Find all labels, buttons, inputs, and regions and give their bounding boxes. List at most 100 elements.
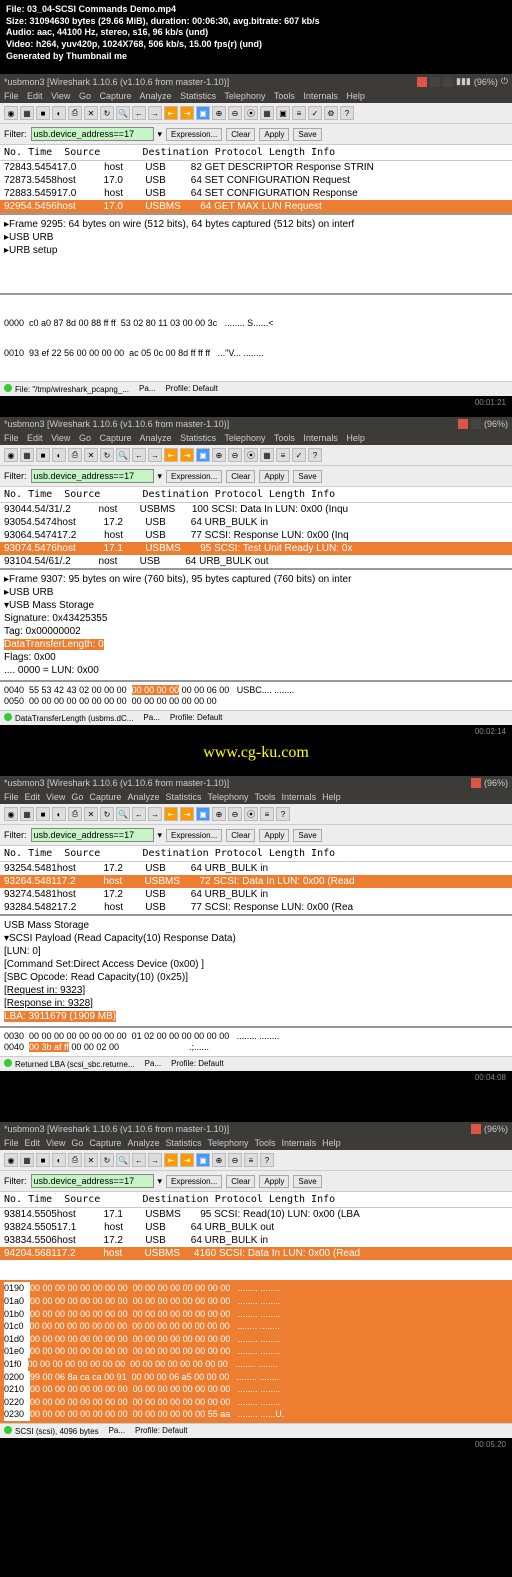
menu-internals[interactable]: Internals	[303, 91, 338, 101]
detail-line[interactable]: ▸USB URB	[4, 586, 508, 599]
tb-btn[interactable]: →	[148, 106, 162, 120]
detail-line[interactable]: ▸USB URB	[4, 231, 508, 244]
clear-button[interactable]: Clear	[226, 470, 255, 483]
menu-tools[interactable]: Tools	[255, 1138, 276, 1148]
filter-input[interactable]	[31, 469, 154, 483]
packet-list[interactable]: 93254.5481host 17.2 USB 64 URB_BULK in 9…	[0, 862, 512, 914]
hex-line[interactable]: 01c000 00 00 00 00 00 00 00 00 00 00 00 …	[4, 1320, 508, 1333]
packet-row[interactable]: 93274.5481host 17.2 USB 64 URB_BULK in	[0, 888, 512, 901]
packet-row-selected[interactable]: 94204.568117.2 host USBMS 4160 SCSI: Dat…	[0, 1247, 512, 1260]
tray-icon[interactable]	[417, 77, 427, 87]
menu-go[interactable]: Go	[79, 91, 91, 101]
menu-view[interactable]: View	[46, 1138, 65, 1148]
packet-detail[interactable]: USB Mass Storage ▾SCSI Payload (Read Cap…	[0, 914, 512, 1026]
hex-line[interactable]: 01d000 00 00 00 00 00 00 00 00 00 00 00 …	[4, 1333, 508, 1346]
tb-btn[interactable]: ⊖	[228, 807, 242, 821]
hex-line[interactable]: 021000 00 00 00 00 00 00 00 00 00 00 00 …	[4, 1383, 508, 1396]
save-button[interactable]: Save	[293, 829, 321, 842]
tb-btn[interactable]: ⚙	[324, 106, 338, 120]
tb-btn[interactable]: ⊕	[212, 448, 226, 462]
menu-view[interactable]: View	[51, 433, 70, 443]
tb-btn[interactable]: ↻	[100, 807, 114, 821]
detail-line[interactable]: [SBC Opcode: Read Capacity(10) (0x25)]	[4, 971, 508, 984]
expression-button[interactable]: Expression...	[166, 128, 222, 141]
tb-btn[interactable]: ≡	[260, 807, 274, 821]
hex-seg[interactable]: 00 00 06 00 USBC.... ........	[179, 685, 294, 695]
tb-btn[interactable]: 🔍	[116, 106, 130, 120]
packet-row[interactable]: 93834.5506host 17.2 USB 64 URB_BULK in	[0, 1234, 512, 1247]
tb-btn[interactable]: ⇤	[164, 807, 178, 821]
menu-capture[interactable]: Capture	[99, 433, 131, 443]
menu-tools[interactable]: Tools	[274, 91, 295, 101]
tb-btn[interactable]: ⇥	[180, 106, 194, 120]
tb-btn[interactable]: ■	[36, 448, 50, 462]
menu-analyze[interactable]: Analyze	[140, 433, 172, 443]
detail-line[interactable]: Signature: 0x43425355	[4, 612, 508, 625]
menu-analyze[interactable]: Analyze	[127, 1138, 159, 1148]
tb-btn[interactable]: ■	[36, 106, 50, 120]
tb-btn[interactable]: ✓	[308, 106, 322, 120]
tb-btn[interactable]: ✕	[84, 807, 98, 821]
hex-line[interactable]: 01a000 00 00 00 00 00 00 00 00 00 00 00 …	[4, 1295, 508, 1308]
tb-btn[interactable]: ⦿	[244, 106, 258, 120]
tb-btn[interactable]: →	[148, 448, 162, 462]
menu-tools[interactable]: Tools	[255, 792, 276, 802]
hex-line[interactable]: 023000 00 00 00 00 00 00 00 00 00 00 00 …	[4, 1408, 508, 1421]
tb-btn[interactable]: ◐	[52, 807, 66, 821]
tb-btn[interactable]: ↻	[100, 1153, 114, 1167]
menu-help[interactable]: Help	[322, 792, 341, 802]
tb-btn[interactable]: ▣	[196, 1153, 210, 1167]
tb-btn[interactable]: ←	[132, 448, 146, 462]
tb-btn[interactable]: ⇤	[164, 1153, 178, 1167]
tb-btn[interactable]: ◉	[4, 448, 18, 462]
tb-btn[interactable]: ▣	[196, 106, 210, 120]
packet-list[interactable]: 93044.54/31/.2 nost USBMS 100 SCSI: Data…	[0, 503, 512, 568]
packet-list-header[interactable]: No. Time Source Destination Protocol Len…	[0, 145, 512, 161]
dropdown-icon[interactable]: ▾	[158, 471, 163, 482]
apply-button[interactable]: Apply	[259, 1175, 289, 1188]
filter-input[interactable]	[31, 1174, 154, 1188]
clear-button[interactable]: Clear	[226, 829, 255, 842]
dropdown-icon[interactable]: ▾	[158, 1176, 163, 1187]
hex-line[interactable]: 020099 00 06 8a ca ca 00 91 00 00 00 06 …	[4, 1371, 508, 1384]
menu-telephony[interactable]: Telephony	[207, 1138, 248, 1148]
menu-capture[interactable]: Capture	[99, 91, 131, 101]
detail-line[interactable]: ▸Frame 9295: 64 bytes on wire (512 bits)…	[4, 218, 508, 231]
tb-btn[interactable]: ▣	[196, 448, 210, 462]
tb-btn[interactable]: ⦿	[244, 807, 258, 821]
clear-button[interactable]: Clear	[226, 128, 255, 141]
tb-btn[interactable]: ▦	[260, 106, 274, 120]
apply-button[interactable]: Apply	[259, 829, 289, 842]
tb-btn[interactable]: ?	[276, 807, 290, 821]
expression-button[interactable]: Expression...	[166, 1175, 222, 1188]
tray-icon[interactable]	[471, 1124, 481, 1134]
hex-line[interactable]: 022000 00 00 00 00 00 00 00 00 00 00 00 …	[4, 1396, 508, 1409]
tb-btn[interactable]: ▣	[276, 106, 290, 120]
menu-file[interactable]: File	[4, 792, 19, 802]
tb-btn[interactable]: ⦿	[244, 448, 258, 462]
detail-line[interactable]: Flags: 0x00	[4, 651, 508, 664]
tray-icon[interactable]	[443, 77, 453, 87]
tb-btn[interactable]: ⎙	[68, 807, 82, 821]
hex-line[interactable]: 0000 c0 a0 87 8d 00 88 ff ff 53 02 80 11…	[4, 318, 508, 328]
tb-btn[interactable]: ⎙	[68, 448, 82, 462]
detail-line[interactable]: Tag: 0x00000002	[4, 625, 508, 638]
tb-btn[interactable]: ?	[340, 106, 354, 120]
menu-analyze[interactable]: Analyze	[140, 91, 172, 101]
tb-btn[interactable]: ⇥	[180, 448, 194, 462]
tb-btn[interactable]: ◐	[52, 1153, 66, 1167]
tb-btn[interactable]: ◐	[52, 448, 66, 462]
menu-view[interactable]: View	[51, 91, 70, 101]
tb-btn[interactable]: ⊖	[228, 448, 242, 462]
tb-btn[interactable]: ⇤	[164, 106, 178, 120]
tb-btn[interactable]: ≡	[276, 448, 290, 462]
menu-edit[interactable]: Edit	[27, 91, 43, 101]
tb-btn[interactable]: ✓	[292, 448, 306, 462]
tb-btn[interactable]: 🔍	[116, 807, 130, 821]
menu-help[interactable]: Help	[346, 433, 365, 443]
tb-btn[interactable]: ✕	[84, 448, 98, 462]
power-icon[interactable]: ⏻	[501, 76, 508, 87]
tray-icon[interactable]	[430, 77, 440, 87]
packet-row[interactable]: 93064.547417.2 host USB 77 SCSI: Respons…	[0, 529, 512, 542]
menu-edit[interactable]: Edit	[27, 433, 43, 443]
